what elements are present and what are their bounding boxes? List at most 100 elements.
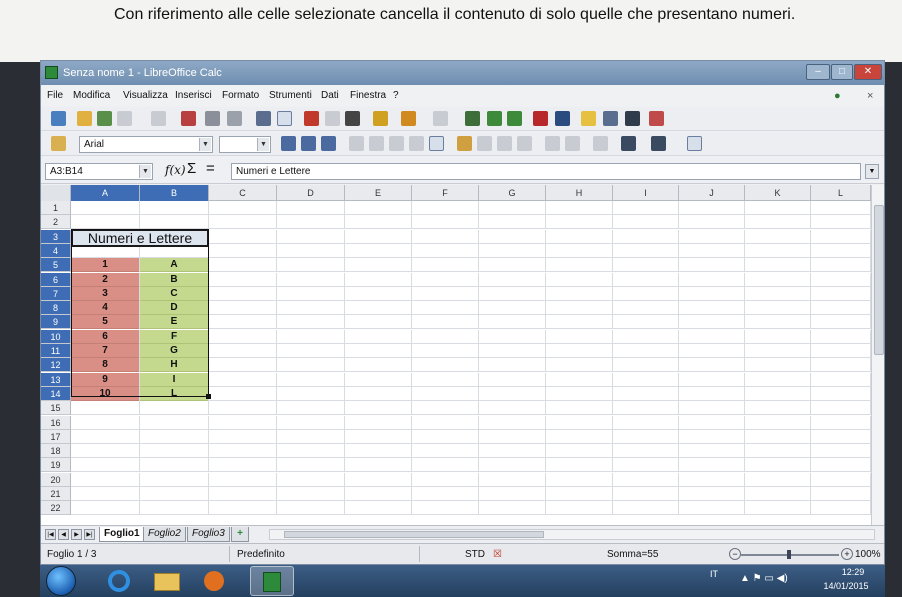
grid-cell[interactable] (613, 229, 679, 244)
grid-cell[interactable] (745, 487, 811, 501)
grid-cell[interactable] (546, 372, 613, 387)
grid-cell[interactable] (613, 272, 679, 287)
grid-cell[interactable] (209, 386, 277, 401)
zoom-in-icon[interactable]: + (841, 548, 853, 560)
grid-cell[interactable] (140, 444, 209, 459)
grid-cell[interactable] (412, 458, 479, 473)
grid-cell[interactable] (479, 272, 546, 287)
grid-cell[interactable] (209, 487, 277, 501)
horizontal-scrollbar[interactable] (269, 529, 875, 540)
grid-cell[interactable] (546, 344, 613, 358)
grid-cell[interactable] (745, 415, 811, 430)
grid-cell[interactable] (745, 472, 811, 487)
grid-cell[interactable] (679, 444, 745, 459)
grid-cell[interactable] (811, 272, 871, 287)
grid-cell[interactable] (479, 401, 546, 416)
grid-cell[interactable] (71, 487, 140, 501)
chevron-down-icon[interactable]: ▼ (257, 138, 269, 151)
expand-formula-icon[interactable]: ▼ (865, 164, 879, 179)
grid-cell[interactable] (479, 301, 546, 316)
grid-cell[interactable] (613, 386, 679, 401)
grid-cell[interactable] (277, 329, 345, 344)
grid-cell[interactable] (412, 286, 479, 301)
menu-finestra[interactable]: Finestra (350, 90, 386, 101)
input-language[interactable]: IT (710, 569, 718, 579)
grid-cell[interactable] (412, 315, 479, 330)
zoom-out-icon[interactable]: − (729, 548, 741, 560)
grid-cell[interactable] (811, 301, 871, 316)
grid-cell[interactable] (277, 272, 345, 287)
grid-cell[interactable] (479, 458, 546, 473)
grid-cell[interactable] (811, 315, 871, 330)
grid-cell[interactable] (277, 429, 345, 444)
row-header[interactable]: 13 (41, 372, 71, 387)
menu-modifica[interactable]: Modifica (73, 90, 110, 101)
page-style[interactable]: Predefinito (237, 549, 285, 560)
grid-cell[interactable] (209, 329, 277, 344)
grid-cell[interactable] (277, 258, 345, 273)
grid-cell[interactable] (811, 501, 871, 516)
grid-cell[interactable] (209, 215, 277, 230)
grid-cell[interactable] (71, 458, 140, 473)
grid-cell[interactable] (412, 386, 479, 401)
grid-cell[interactable] (745, 201, 811, 215)
decrease-indent-icon[interactable] (545, 136, 560, 151)
row-header[interactable]: 20 (41, 472, 71, 487)
grid-cell[interactable] (679, 501, 745, 516)
grid-cell[interactable] (209, 286, 277, 301)
grid-cell[interactable] (345, 501, 412, 516)
grid-cell[interactable] (479, 372, 546, 387)
grid-cell[interactable] (209, 272, 277, 287)
merge-cells-icon[interactable] (429, 136, 444, 151)
grid-cell[interactable] (412, 444, 479, 459)
column-header-e[interactable]: E (345, 185, 412, 201)
row-header[interactable]: 9 (41, 315, 71, 330)
column-header-g[interactable]: G (479, 185, 546, 201)
start-button[interactable] (46, 566, 76, 596)
tray-icons[interactable]: ▲ ⚑ ▭ ◀) (740, 573, 788, 584)
grid-cell[interactable] (277, 215, 345, 230)
grid-cell[interactable] (479, 258, 546, 273)
grid-cell[interactable] (745, 386, 811, 401)
grid-cell[interactable] (479, 429, 546, 444)
grid-cell[interactable] (613, 415, 679, 430)
grid-cell[interactable] (811, 401, 871, 416)
grid-cell[interactable] (546, 301, 613, 316)
grid-cell[interactable] (613, 215, 679, 230)
undo-icon[interactable] (401, 111, 416, 126)
chevron-down-icon[interactable]: ▼ (139, 165, 151, 178)
chart-icon[interactable] (533, 111, 548, 126)
grid-cell[interactable] (811, 472, 871, 487)
grid-cell[interactable] (277, 243, 345, 258)
grid-cell[interactable] (613, 358, 679, 373)
grid-cell[interactable] (745, 258, 811, 273)
grid-cell[interactable] (745, 329, 811, 344)
grid-cell[interactable] (277, 472, 345, 487)
grid-cell[interactable] (277, 386, 345, 401)
background-color-icon[interactable] (621, 136, 636, 151)
borders-icon[interactable] (593, 136, 608, 151)
grid-cell[interactable] (613, 501, 679, 516)
grid-cell[interactable] (745, 344, 811, 358)
grid-cell[interactable] (479, 501, 546, 516)
menu-visualizza[interactable]: Visualizza (123, 90, 168, 101)
increase-indent-icon[interactable] (565, 136, 580, 151)
grid-cell[interactable] (546, 401, 613, 416)
grid-cell[interactable] (745, 358, 811, 373)
grid-cell[interactable] (613, 243, 679, 258)
grid-cell[interactable] (613, 315, 679, 330)
grid-cell[interactable] (479, 329, 546, 344)
grid-cell[interactable] (811, 229, 871, 244)
grid-cell[interactable] (412, 358, 479, 373)
grid-cell[interactable] (412, 229, 479, 244)
grid-cell[interactable] (613, 258, 679, 273)
grid-cell[interactable] (811, 258, 871, 273)
grid-cell[interactable] (140, 215, 209, 230)
grid-cell[interactable] (479, 344, 546, 358)
grid-cell[interactable] (546, 429, 613, 444)
zoom-slider-thumb[interactable] (787, 550, 791, 559)
column-header-c[interactable]: C (209, 185, 277, 201)
grid-cell[interactable] (546, 258, 613, 273)
row-header[interactable]: 18 (41, 444, 71, 459)
grid-cell[interactable] (745, 229, 811, 244)
